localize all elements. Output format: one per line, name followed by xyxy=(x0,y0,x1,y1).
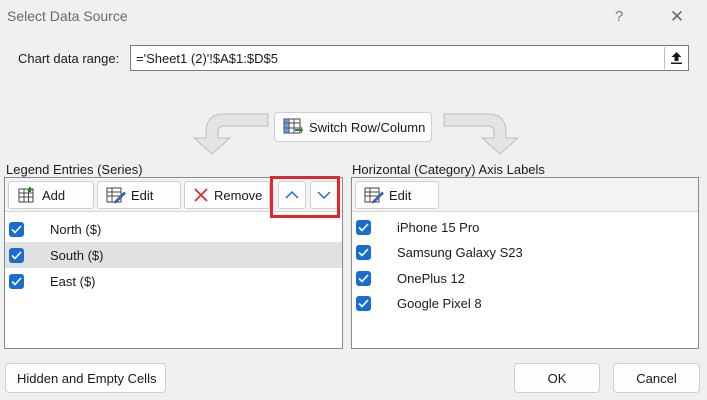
axis-toolbar: Edit xyxy=(352,178,698,212)
chart-data-range-label-text: Chart data range: xyxy=(18,51,120,66)
collapse-arrow-icon xyxy=(671,52,682,64)
edit-icon xyxy=(106,187,126,204)
ok-label: OK xyxy=(547,370,567,386)
series-row[interactable]: East ($) xyxy=(5,268,342,294)
axis-label-row[interactable]: OnePlus 12 xyxy=(352,265,698,291)
axis-label-row[interactable]: Google Pixel 8 xyxy=(352,290,698,316)
add-label: Add xyxy=(42,187,66,203)
hidden-empty-cells-button[interactable]: Hidden and Empty Cells xyxy=(5,363,166,393)
axis-label-text: Samsung Galaxy S23 xyxy=(397,244,523,260)
checkmark-icon xyxy=(358,273,369,283)
cancel-label: Cancel xyxy=(636,370,677,386)
edit-label: Edit xyxy=(131,187,154,203)
collapse-dialog-button[interactable] xyxy=(664,47,687,69)
axis-label-checkbox[interactable] xyxy=(356,219,371,235)
ok-button[interactable]: OK xyxy=(514,363,600,393)
axis-label-checkbox[interactable] xyxy=(356,295,371,311)
checkmark-icon xyxy=(358,247,369,257)
legend-entries-label: Legend Entries (Series) xyxy=(6,162,143,177)
series-label: East ($) xyxy=(50,273,96,289)
add-icon xyxy=(18,187,34,203)
series-label: North ($) xyxy=(50,221,102,237)
axis-label-text: iPhone 15 Pro xyxy=(397,219,480,235)
series-checkbox[interactable] xyxy=(9,247,24,263)
series-checkbox[interactable] xyxy=(9,273,24,289)
chart-data-range-label: Chart data range: xyxy=(18,51,119,66)
switch-row-column-button[interactable]: Switch Row/Column xyxy=(274,112,432,142)
dialog-title: Select Data Source xyxy=(7,8,128,24)
axis-labels-pane: Edit iPhone 15 Pro Samsung Galaxy S23 On… xyxy=(351,177,699,349)
help-button[interactable]: ? xyxy=(604,4,634,30)
axis-label-text: OnePlus 12 xyxy=(397,270,465,286)
edit-icon xyxy=(364,187,384,204)
axis-label-text: Google Pixel 8 xyxy=(397,295,482,311)
checkmark-icon xyxy=(11,276,22,286)
move-buttons-highlight xyxy=(270,176,340,218)
remove-label: Remove xyxy=(214,187,263,203)
edit-series-button[interactable]: Edit xyxy=(97,181,181,209)
axis-label-checkbox[interactable] xyxy=(356,270,371,286)
series-row[interactable]: North ($) xyxy=(5,216,342,242)
curved-arrow-right-icon xyxy=(443,113,520,155)
switch-row-column-label: Switch Row/Column xyxy=(309,119,426,135)
title-bar: Select Data Source ? ✕ xyxy=(0,0,707,34)
axis-label-row[interactable]: Samsung Galaxy S23 xyxy=(352,239,698,265)
series-checkbox[interactable] xyxy=(9,221,24,237)
axis-labels-label: Horizontal (Category) Axis Labels xyxy=(352,162,545,177)
checkmark-icon xyxy=(358,222,369,232)
checkmark-icon xyxy=(358,298,369,308)
series-row[interactable]: South ($) xyxy=(5,242,342,268)
axis-label-row[interactable]: iPhone 15 Pro xyxy=(352,214,698,240)
remove-icon xyxy=(194,188,208,202)
cancel-button[interactable]: Cancel xyxy=(613,363,700,393)
switch-row-column-icon xyxy=(283,118,303,134)
remove-series-button[interactable]: Remove xyxy=(184,181,270,209)
checkmark-icon xyxy=(11,250,22,260)
hidden-empty-cells-label: Hidden and Empty Cells xyxy=(17,370,157,386)
edit-axis-labels-button[interactable]: Edit xyxy=(355,181,439,209)
chart-data-range-input[interactable]: ='Sheet1 (2)'!$A$1:$D$5 xyxy=(130,45,689,71)
axis-label-checkbox[interactable] xyxy=(356,244,371,260)
close-button[interactable]: ✕ xyxy=(662,4,692,30)
checkmark-icon xyxy=(11,224,22,234)
curved-arrow-left-icon xyxy=(192,113,269,155)
series-label: South ($) xyxy=(50,247,104,263)
add-series-button[interactable]: Add xyxy=(8,181,94,209)
axis-edit-label: Edit xyxy=(389,187,412,203)
